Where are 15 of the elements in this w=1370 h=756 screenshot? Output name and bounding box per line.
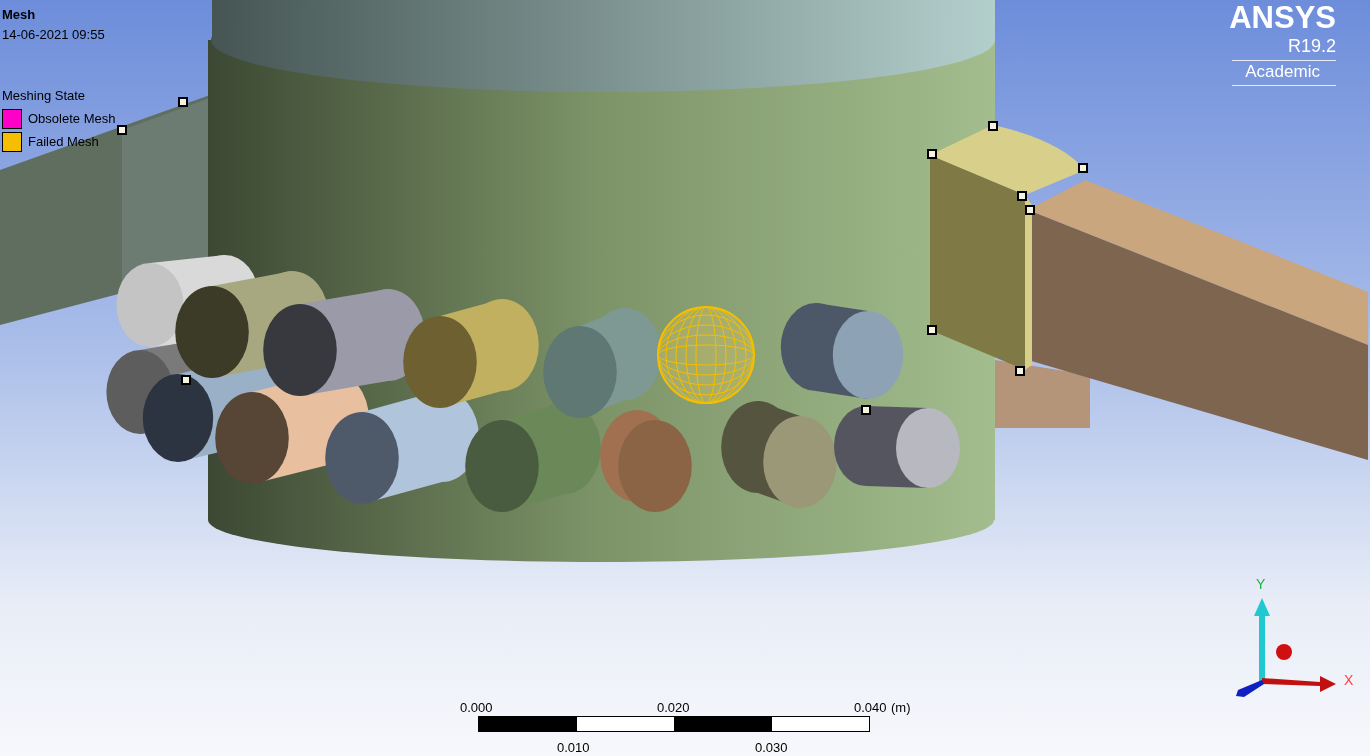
scale-label: 0.010 [557,739,590,756]
x-axis-label: X [1344,671,1354,690]
edition-text: Academic [1245,61,1320,83]
legend-title: Meshing State [2,87,87,105]
view-title: Mesh [2,6,37,24]
scale-label: 0.030 [755,739,788,756]
timestamp: 14-06-2021 09:55 [2,25,106,44]
version-text: R19.2 [1287,36,1336,56]
y-axis-label: Y [1256,575,1266,594]
legend-label: Obsolete Mesh [28,109,116,128]
logo-text: ANSYS [1229,0,1336,36]
scale-unit: (m) [891,699,911,717]
scale-label: 0.000 [460,699,493,717]
scale-label: 0.040 [854,699,887,717]
scale-label: 0.020 [657,699,690,717]
